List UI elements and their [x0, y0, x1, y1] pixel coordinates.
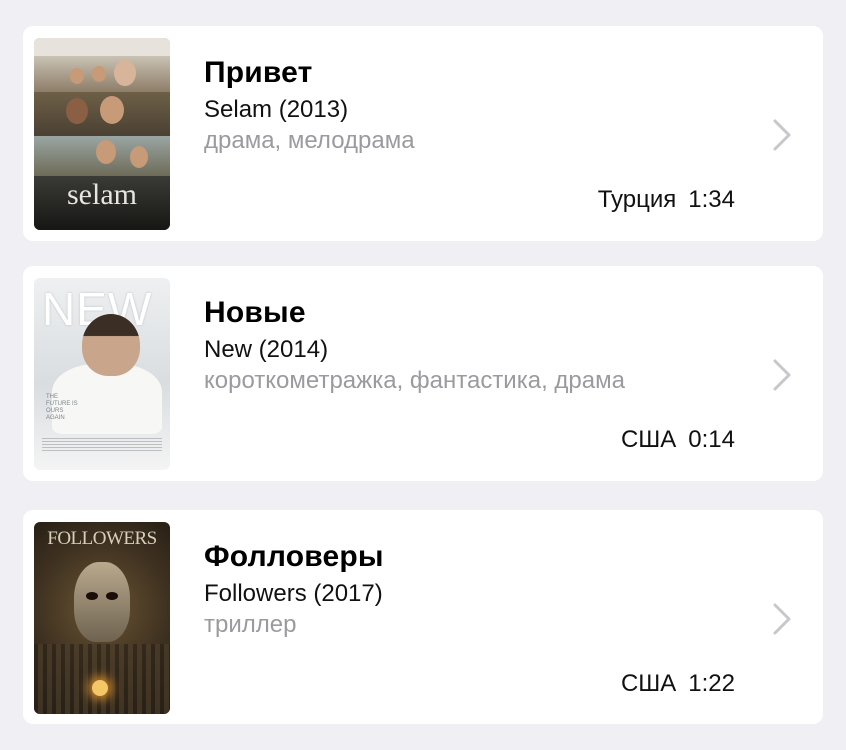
movie-title: Привет: [204, 56, 313, 89]
poster-title-text: selam: [67, 178, 137, 211]
movie-country: США: [620, 426, 677, 453]
poster-title-text: FOLLOWERS: [47, 528, 157, 549]
movie-duration: 1:34: [688, 186, 735, 213]
movie-title: Новые: [204, 296, 306, 329]
movie-poster: selam: [34, 38, 170, 230]
movie-card[interactable]: NEW THE FUTURE IS OURS AGAIN Новые New (…: [23, 266, 823, 481]
poster-tagline: THE FUTURE IS OURS AGAIN: [46, 394, 78, 421]
movie-poster: NEW THE FUTURE IS OURS AGAIN: [34, 278, 170, 470]
movie-country: Турция: [597, 186, 677, 213]
chevron-right-icon: [773, 119, 791, 151]
movie-duration: 1:22: [688, 670, 735, 697]
movie-original-title: Followers (2017): [204, 580, 383, 607]
chevron-right-icon: [773, 603, 791, 635]
movie-duration: 0:14: [688, 426, 735, 453]
movie-genres: триллер: [204, 611, 297, 638]
movie-title: Фолловеры: [204, 540, 384, 573]
movie-poster: FOLLOWERS: [34, 522, 170, 714]
movie-card[interactable]: selam Привет Selam (2013) драма, мелодра…: [23, 26, 823, 241]
movie-genres: драма, мелодрама: [204, 127, 415, 154]
chevron-right-icon: [773, 359, 791, 391]
movie-country: США: [620, 670, 677, 697]
movie-card[interactable]: FOLLOWERS Фолловеры Followers (2017) три…: [23, 510, 823, 724]
movie-meta: США 1:22: [621, 670, 735, 698]
movie-original-title: New (2014): [204, 336, 329, 363]
movie-genres: короткометражка, фантастика, драма: [204, 367, 625, 394]
movie-original-title: Selam (2013): [204, 96, 349, 123]
movie-meta: Турция 1:34: [598, 186, 735, 214]
movie-meta: США 0:14: [621, 426, 735, 454]
